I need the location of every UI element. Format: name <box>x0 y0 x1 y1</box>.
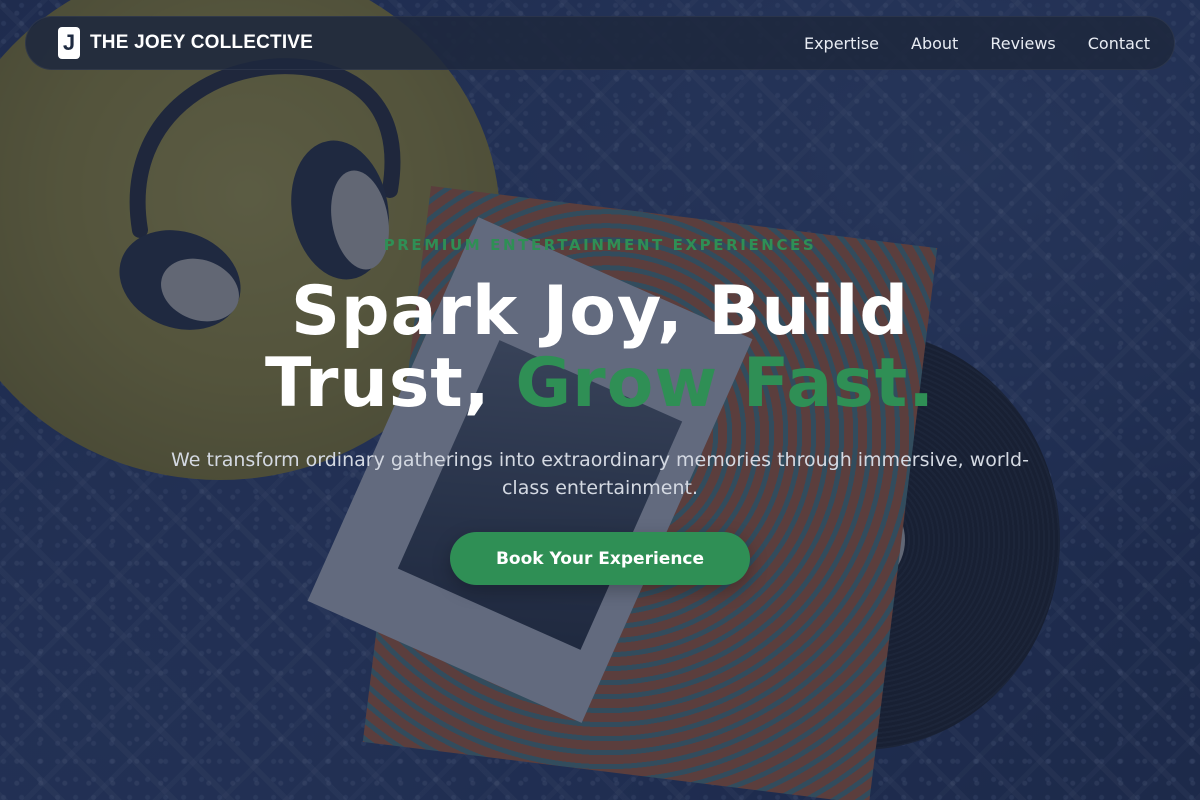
brand-logo-icon: J <box>58 27 80 59</box>
headline-accent: Grow Fast. <box>515 344 936 423</box>
top-navbar: J THE JOEY COLLECTIVE Expertise About Re… <box>25 16 1175 70</box>
hero-subtitle: We transform ordinary gatherings into ex… <box>171 449 1029 499</box>
hero-section: PREMIUM ENTERTAINMENT EXPERIENCES Spark … <box>0 236 1200 585</box>
brand-home-link[interactable]: J THE JOEY COLLECTIVE <box>58 27 313 59</box>
hero-headline: Spark Joy, Build Trust, Grow Fast. <box>265 276 935 420</box>
nav-link-contact[interactable]: Contact <box>1088 34 1150 53</box>
nav-link-about[interactable]: About <box>911 34 958 53</box>
book-experience-button[interactable]: Book Your Experience <box>450 532 750 585</box>
brand-name: THE JOEY COLLECTIVE <box>90 32 314 53</box>
nav-link-reviews[interactable]: Reviews <box>990 34 1055 53</box>
hero-eyebrow: PREMIUM ENTERTAINMENT EXPERIENCES <box>383 236 817 254</box>
headline-line-1: Spark Joy, Build <box>290 272 910 351</box>
nav-links: Expertise About Reviews Contact <box>804 34 1150 53</box>
nav-link-expertise[interactable]: Expertise <box>804 34 879 53</box>
headline-line-2-plain: Trust, <box>264 344 516 423</box>
